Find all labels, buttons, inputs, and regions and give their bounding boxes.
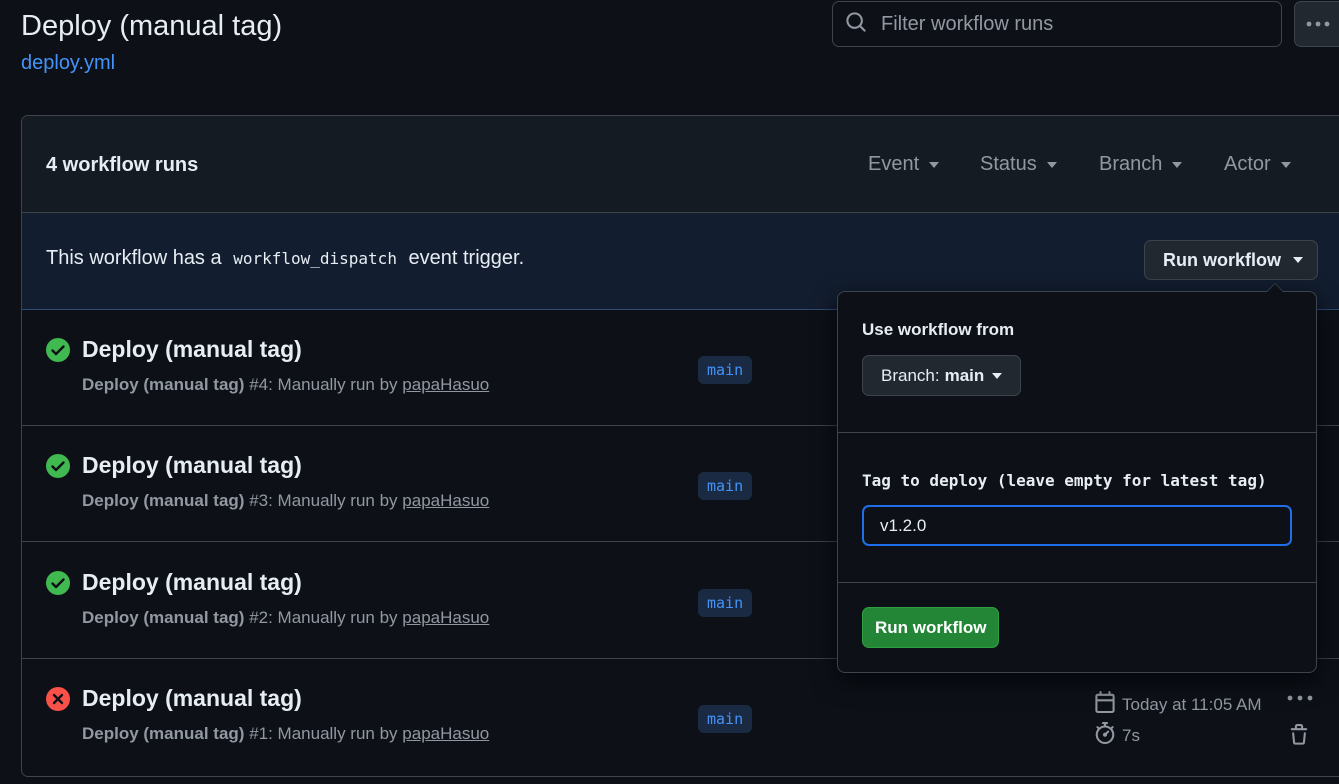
check-circle-fill-icon — [46, 454, 70, 478]
calendar-icon — [1094, 691, 1122, 718]
run-actor-link[interactable]: papaHasuo — [402, 608, 489, 627]
filter-runs-input[interactable] — [881, 12, 1261, 36]
run-actor-link[interactable]: papaHasuo — [402, 491, 489, 510]
run-meta: Deploy (manual tag) #2: Manually run by … — [82, 608, 489, 628]
run-meta: Deploy (manual tag) #3: Manually run by … — [82, 491, 489, 511]
status-filter-menu[interactable]: Status — [980, 153, 1057, 176]
run-title-link[interactable]: Deploy (manual tag) — [82, 685, 302, 712]
dispatch-text-before: This workflow has a — [46, 247, 222, 269]
triangle-down-icon — [992, 372, 1003, 379]
branch-select-value: main — [944, 365, 985, 385]
run-meta: Deploy (manual tag) #4: Manually run by … — [82, 375, 489, 395]
run-branch-tag[interactable]: main — [698, 472, 753, 500]
run-meta-text: #2: Manually run by — [244, 608, 403, 627]
run-branch-tag[interactable]: main — [698, 705, 753, 733]
dispatch-event-code: workflow_dispatch — [233, 249, 397, 268]
x-circle-fill-icon — [46, 687, 70, 711]
more-options-button[interactable] — [1294, 1, 1339, 47]
status-filter-label: Status — [980, 153, 1037, 175]
run-title-link[interactable]: Deploy (manual tag) — [82, 336, 302, 363]
branch-select-prefix: Branch: — [881, 365, 940, 385]
run-workflow-toggle-label: Run workflow — [1163, 249, 1281, 270]
run-title-link[interactable]: Deploy (manual tag) — [82, 452, 302, 479]
branch-select-button[interactable]: Branch: main — [862, 355, 1022, 396]
workflow-run-row[interactable]: Deploy (manual tag) Deploy (manual tag) … — [22, 659, 1339, 775]
run-workflow-name: Deploy (manual tag) — [82, 491, 245, 510]
runs-count: 4 workflow runs — [46, 154, 199, 176]
kebab-horizontal-icon — [1305, 15, 1331, 33]
run-timestamp: Today at 11:05 AM — [1094, 691, 1262, 718]
runs-box-header: 4 workflow runs Event Status Branch Acto… — [22, 116, 1339, 213]
tag-input-label: Tag to deploy (leave empty for latest ta… — [862, 471, 1267, 490]
run-workflow-name: Deploy (manual tag) — [82, 724, 245, 743]
triangle-down-icon — [1293, 257, 1303, 263]
run-branch-tag[interactable]: main — [698, 356, 753, 384]
triangle-down-icon — [1172, 161, 1183, 168]
branch-filter-label: Branch — [1099, 153, 1163, 175]
workflow-runs-page: Deploy (manual tag) deploy.yml 4 workflo… — [0, 0, 1339, 784]
stopwatch-icon — [1094, 722, 1122, 749]
workflow-file-link[interactable]: deploy.yml — [21, 52, 115, 75]
triangle-down-icon — [929, 161, 940, 168]
run-meta-text: #1: Manually run by — [244, 724, 403, 743]
run-meta: Deploy (manual tag) #1: Manually run by … — [82, 724, 489, 744]
run-workflow-name: Deploy (manual tag) — [82, 375, 245, 394]
use-workflow-from-label: Use workflow from — [862, 320, 1015, 339]
triangle-down-icon — [1280, 161, 1291, 168]
run-timestamp-text: Today at 11:05 AM — [1122, 694, 1262, 714]
triangle-down-icon — [1046, 161, 1057, 168]
trash-icon[interactable] — [1288, 723, 1310, 752]
dispatch-message: This workflow has a workflow_dispatch ev… — [46, 247, 524, 270]
run-meta-text: #4: Manually run by — [244, 375, 403, 394]
run-branch-tag[interactable]: main — [698, 589, 753, 617]
dropdown-input-section: Tag to deploy (leave empty for latest ta… — [838, 433, 1316, 583]
event-filter-label: Event — [868, 153, 920, 175]
run-title-link[interactable]: Deploy (manual tag) — [82, 569, 302, 596]
page-title: Deploy (manual tag) — [21, 10, 283, 42]
run-duration: 7s — [1094, 722, 1140, 749]
run-workflow-submit-button[interactable]: Run workflow — [862, 607, 1000, 648]
search-icon — [845, 11, 867, 38]
tag-input[interactable] — [862, 505, 1292, 546]
run-workflow-dropdown: Use workflow from Branch: main Tag to de… — [837, 283, 1317, 673]
actor-filter-label: Actor — [1224, 153, 1271, 175]
run-duration-text: 7s — [1122, 725, 1140, 745]
run-actor-link[interactable]: papaHasuo — [402, 375, 489, 394]
kebab-horizontal-icon[interactable] — [1286, 689, 1314, 707]
check-circle-fill-icon — [46, 571, 70, 595]
event-filter-menu[interactable]: Event — [868, 153, 940, 176]
filter-runs-box[interactable] — [832, 1, 1282, 47]
run-workflow-name: Deploy (manual tag) — [82, 608, 245, 627]
dropdown-branch-section: Use workflow from Branch: main — [838, 292, 1316, 433]
dropdown-submit-section: Run workflow — [838, 583, 1316, 673]
actor-filter-menu[interactable]: Actor — [1224, 153, 1291, 176]
run-workflow-toggle-button[interactable]: Run workflow — [1144, 240, 1318, 280]
check-circle-fill-icon — [46, 338, 70, 362]
run-actor-link[interactable]: papaHasuo — [402, 724, 489, 743]
run-meta-text: #3: Manually run by — [244, 491, 403, 510]
dispatch-text-after: event trigger. — [408, 247, 525, 269]
branch-filter-menu[interactable]: Branch — [1099, 153, 1183, 176]
